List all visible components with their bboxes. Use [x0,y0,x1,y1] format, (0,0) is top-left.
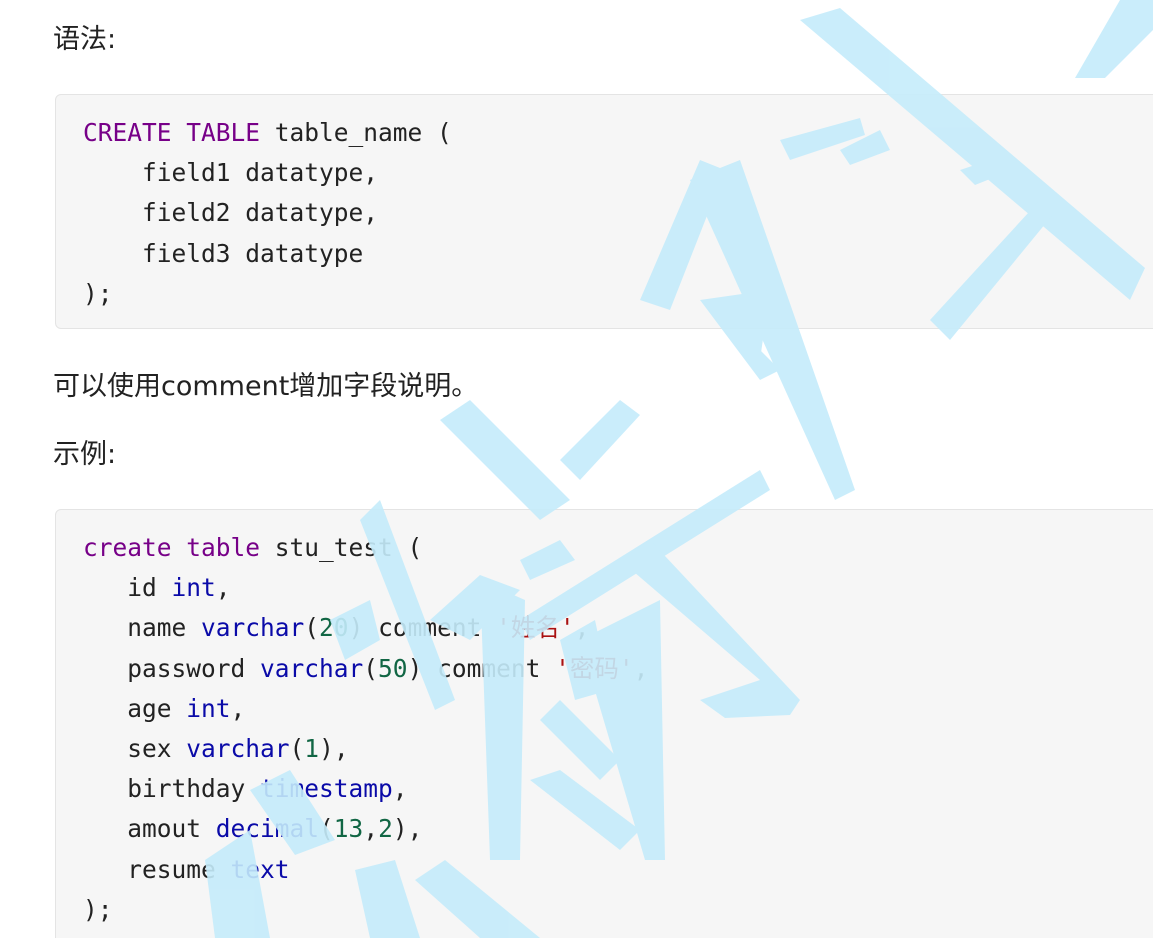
type-token: timestamp [260,774,393,804]
punct: ( [304,613,320,643]
punct: ), [392,814,423,844]
code-text: stu_test ( [260,533,423,562]
code-line: sex varchar(1), [83,729,1153,769]
keyword: TABLE [186,118,261,147]
number-token: 13 [333,814,364,844]
syntax-code-block: CREATE TABLE table_name ( field1 datatyp… [55,94,1153,329]
syntax-heading: 语法: [53,24,117,55]
code-line: ); [83,278,113,308]
type-token: text [230,854,290,884]
code-text: ) comment [407,653,556,683]
watermark-stroke [1075,0,1153,78]
string-token: '姓名' [496,613,575,643]
punct: , [574,613,590,643]
type-token: varchar [186,733,290,763]
code-line: CREATE TABLE table_name ( [83,113,1153,153]
field-name: password [83,653,261,683]
number-token: 2 [378,814,393,844]
punct: , [230,693,246,723]
example-code-block: create table stu_test ( id int, name var… [55,509,1153,938]
keyword: table [186,533,261,562]
field-name: age [83,693,187,723]
punct: ( [289,733,305,763]
type-token: varchar [260,653,364,683]
code-line: birthday timestamp, [83,769,1153,809]
punct: ), [319,733,349,763]
code-line: ); [83,894,113,924]
code-line: field1 datatype, [83,158,379,188]
punct: , [392,774,408,804]
type-token: int [171,573,216,603]
punct: , [363,814,379,844]
field-name: sex [83,733,187,763]
comment-note: 可以使用comment增加字段说明。 [53,371,479,402]
document-page: 语法: CREATE TABLE table_name ( field1 dat… [0,0,1153,938]
code-line: create table stu_test ( [83,528,1153,568]
code-text: ) comment [348,613,497,643]
type-token: decimal [215,814,320,844]
string-token: '密码' [555,653,634,683]
keyword: create [83,533,172,562]
field-name: name [83,613,202,643]
field-name: resume [83,854,231,884]
field-name: birthday [83,774,261,804]
punct: ( [363,653,379,683]
number-token: 50 [378,653,408,683]
field-name: amout [83,814,216,844]
code-line: amout decimal(13,2), [83,809,1153,849]
watermark-stroke [560,400,640,480]
code-line: name varchar(20) comment '姓名', [83,608,1153,648]
punct: ( [319,814,334,844]
watermark-stroke [440,400,570,520]
code-line: password varchar(50) comment '密码', [83,649,1153,689]
type-token: varchar [201,613,305,643]
punct: , [633,653,649,683]
code-line: resume text [83,850,1153,890]
code-text: table_name ( [260,118,452,147]
number-token: 1 [304,733,320,763]
code-line: id int, [83,568,1153,608]
keyword: CREATE [83,118,172,147]
code-line: field2 datatype, [83,198,379,228]
example-heading: 示例: [53,439,117,470]
number-token: 20 [319,613,349,643]
type-token: int [186,693,231,723]
field-name: id [83,573,172,603]
punct: , [215,573,231,603]
code-line: age int, [83,689,1153,729]
code-line: field3 datatype [83,238,364,268]
